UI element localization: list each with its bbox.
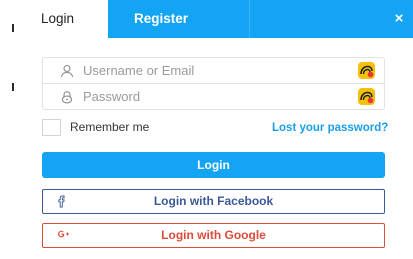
- google-login-button[interactable]: Login with Google: [42, 223, 385, 248]
- password-field: [42, 83, 385, 110]
- close-button[interactable]: ×: [391, 0, 407, 38]
- google-login-label: Login with Google: [161, 228, 266, 242]
- login-modal: Login Register × Username or Email Remem…: [30, 0, 413, 259]
- password-manager-icon: [360, 65, 374, 78]
- tab-divider: [249, 0, 250, 38]
- close-icon: ×: [394, 10, 404, 27]
- remember-me-label[interactable]: Remember me: [70, 120, 149, 134]
- login-button[interactable]: Login: [42, 152, 385, 178]
- password-input[interactable]: [83, 84, 353, 109]
- facebook-login-button[interactable]: Login with Facebook: [42, 189, 385, 214]
- remember-me-checkbox[interactable]: [42, 119, 61, 136]
- background-text-fragment: [12, 83, 14, 91]
- facebook-login-label: Login with Facebook: [153, 194, 274, 208]
- password-manager-button[interactable]: [358, 62, 375, 79]
- tab-register[interactable]: Register: [134, 0, 188, 38]
- tab-login[interactable]: Login: [30, 0, 108, 38]
- password-manager-button[interactable]: [358, 88, 375, 105]
- password-manager-icon: [360, 91, 374, 104]
- background-page-edge: [0, 0, 30, 259]
- lost-password-link[interactable]: Lost your password?: [272, 122, 388, 134]
- tab-bar: Login Register ×: [30, 0, 413, 38]
- username-field: [42, 57, 385, 84]
- background-text-fragment: [12, 24, 14, 32]
- lock-icon: [61, 91, 73, 104]
- username-input[interactable]: [83, 58, 353, 83]
- user-icon: [60, 64, 74, 78]
